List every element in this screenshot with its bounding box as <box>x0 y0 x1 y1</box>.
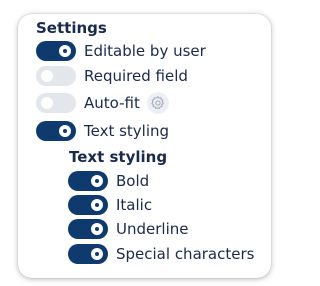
required-field-toggle[interactable] <box>36 66 76 86</box>
auto-fit-label: Auto-fit <box>84 94 140 112</box>
gear-icon[interactable] <box>146 92 169 114</box>
setting-underline: Underline <box>68 218 188 240</box>
toggle-knob <box>59 45 71 57</box>
toggle-knob <box>59 125 71 137</box>
setting-auto-fit: Auto-fit <box>36 92 169 114</box>
setting-bold: Bold <box>68 170 149 192</box>
settings-heading: Settings <box>36 19 107 37</box>
editable-by-user-toggle[interactable] <box>36 41 76 61</box>
underline-toggle[interactable] <box>68 219 108 239</box>
auto-fit-toggle[interactable] <box>36 93 76 113</box>
editable-by-user-label: Editable by user <box>84 42 206 60</box>
underline-label: Underline <box>116 220 189 238</box>
toggle-knob <box>91 248 103 260</box>
bold-toggle[interactable] <box>68 171 108 191</box>
italic-toggle[interactable] <box>68 195 108 215</box>
toggle-knob <box>91 175 103 187</box>
bold-label: Bold <box>116 172 150 190</box>
required-field-label: Required field <box>84 67 188 85</box>
setting-text-styling: Text styling <box>36 120 169 142</box>
text-styling-label: Text styling <box>84 122 170 140</box>
setting-italic: Italic <box>68 194 152 216</box>
text-styling-heading: Text styling <box>69 148 168 166</box>
setting-editable-by-user: Editable by user <box>36 40 206 62</box>
toggle-knob <box>91 199 103 211</box>
toggle-knob <box>41 97 53 109</box>
toggle-knob <box>91 223 103 235</box>
toggle-knob <box>41 70 53 82</box>
italic-label: Italic <box>116 196 153 214</box>
special-characters-toggle[interactable] <box>68 244 108 264</box>
setting-special-characters: Special characters <box>68 243 254 265</box>
text-styling-toggle[interactable] <box>36 121 76 141</box>
setting-required-field: Required field <box>36 65 188 87</box>
special-characters-label: Special characters <box>116 245 255 263</box>
